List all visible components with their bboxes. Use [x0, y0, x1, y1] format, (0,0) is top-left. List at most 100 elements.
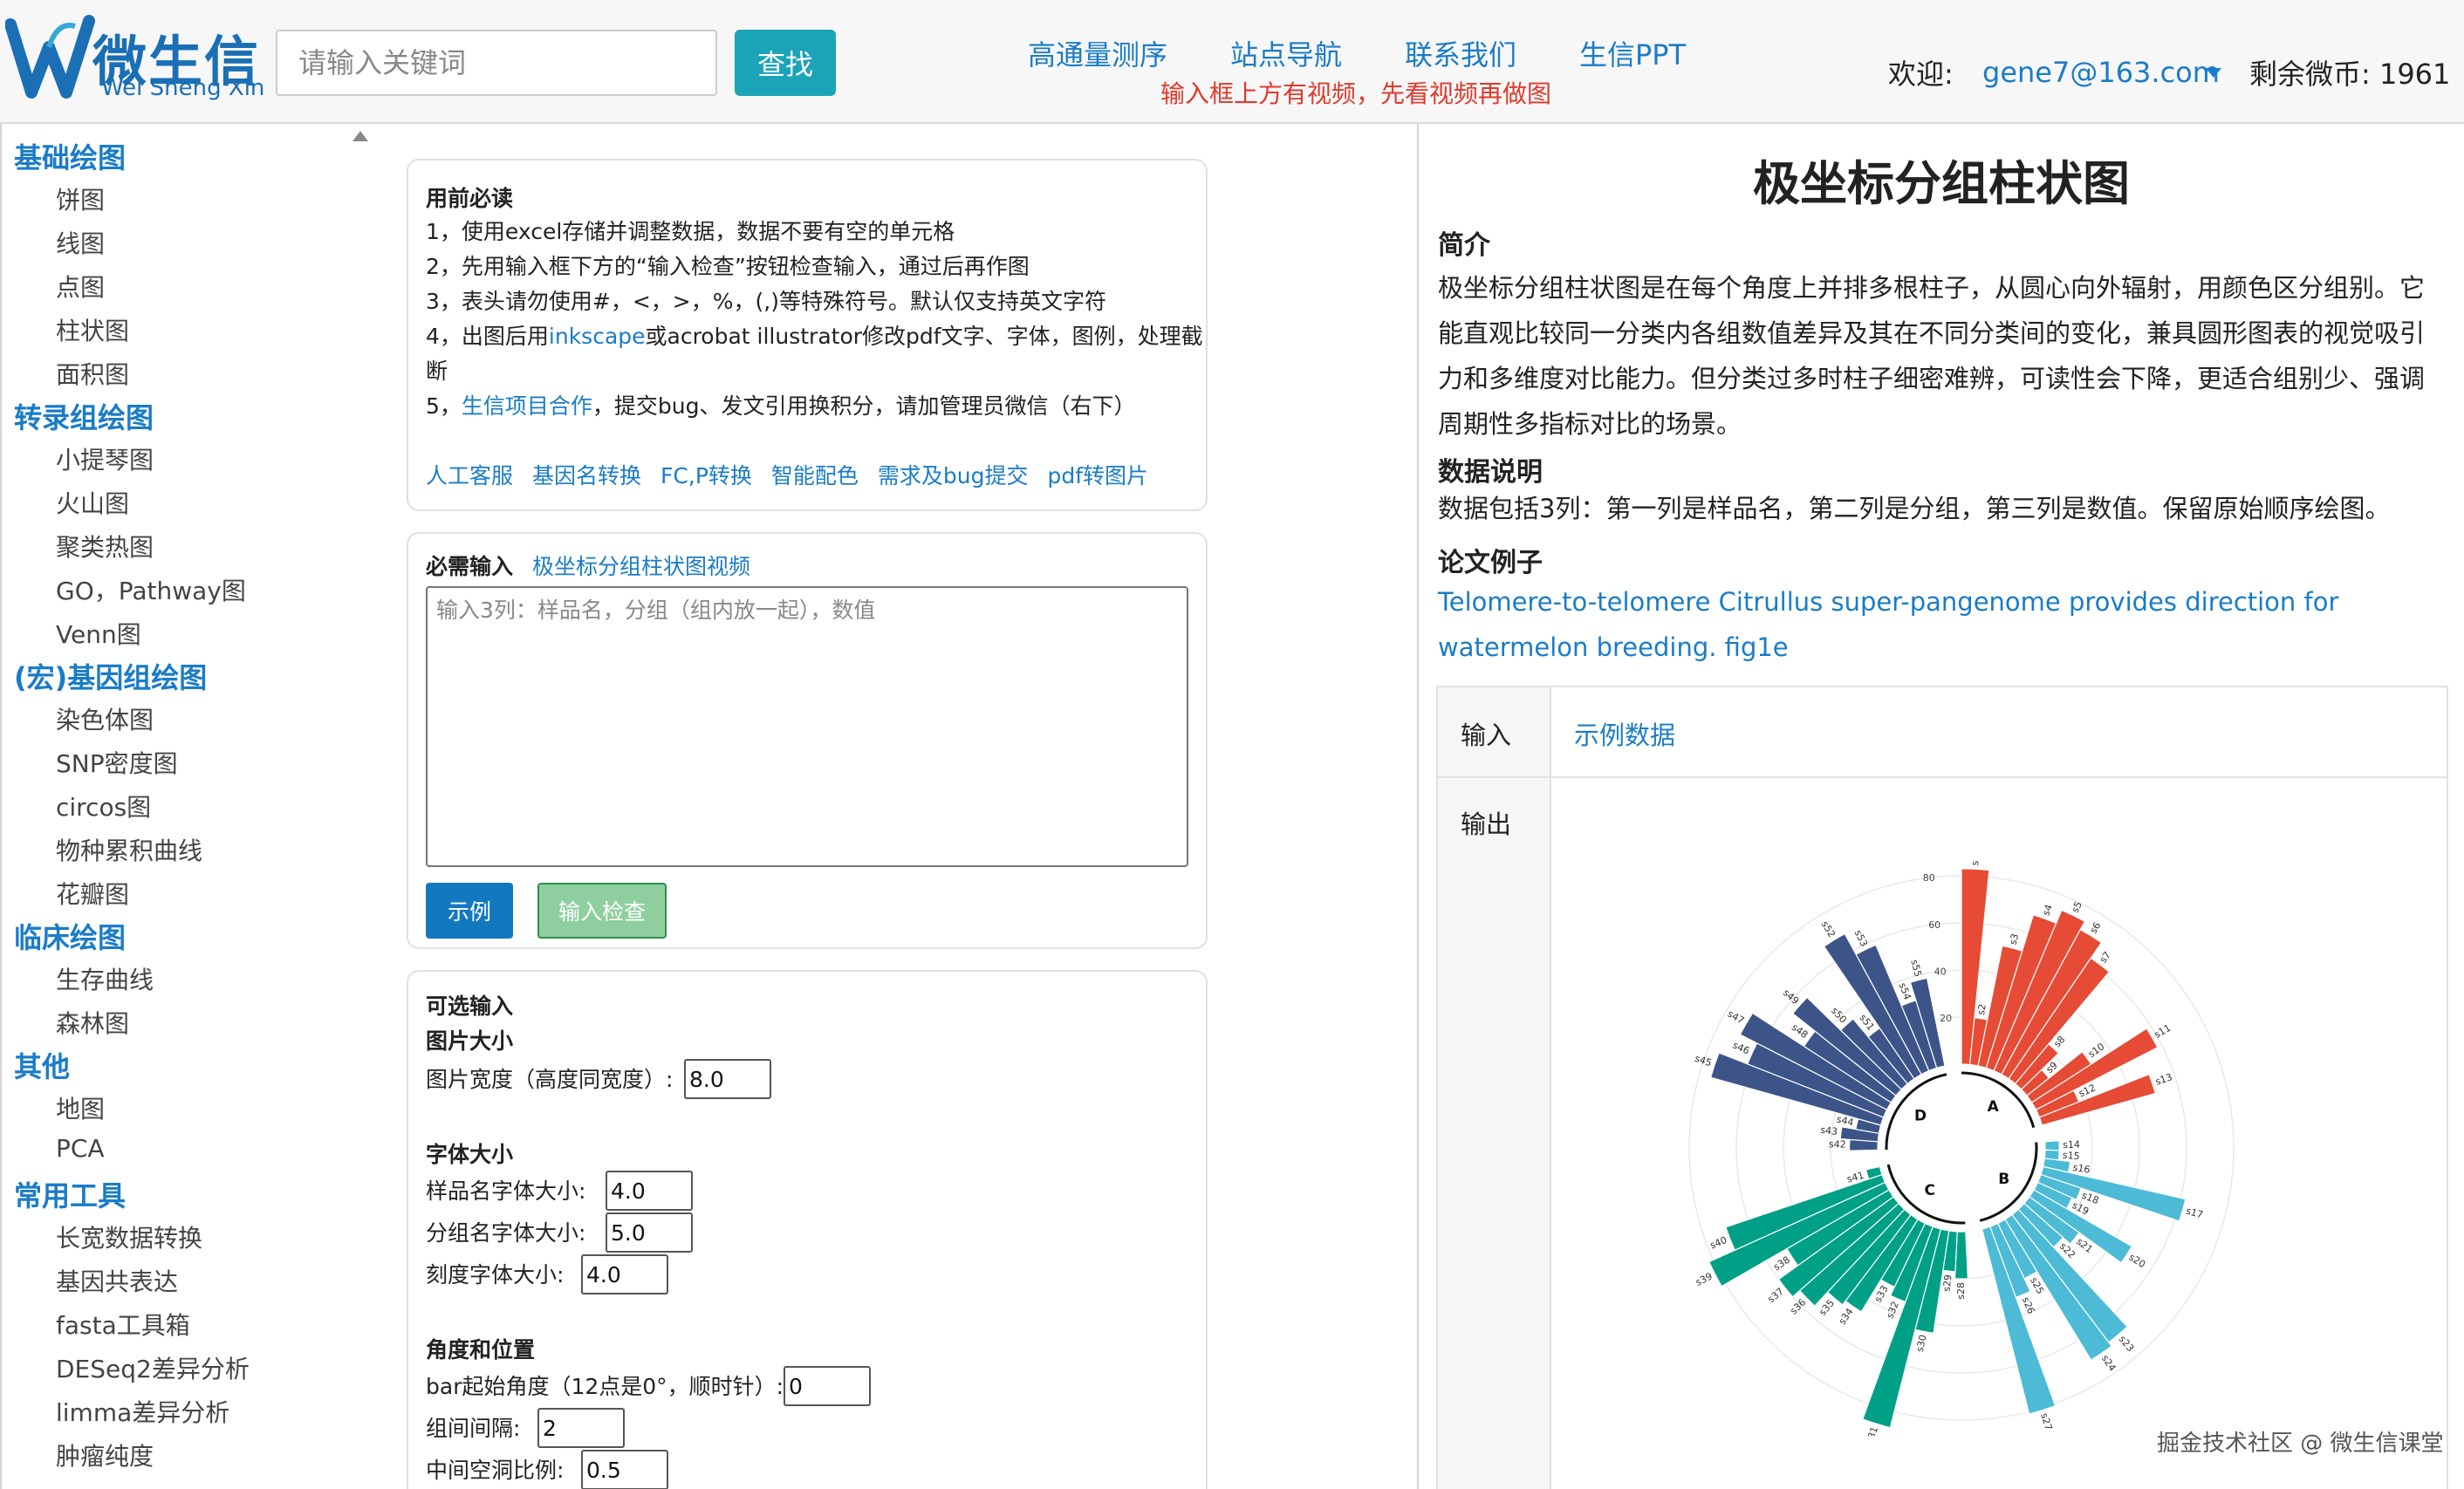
- sidebar-item-long-wide[interactable]: 长宽数据转换: [56, 1219, 202, 1254]
- example-data-link[interactable]: 示例数据: [1574, 715, 1675, 752]
- sidebar-item-volcano[interactable]: 火山图: [56, 485, 129, 520]
- optional-input-card: 可选输入 图片大小 图片宽度（高度同宽度）: 字体大小 样品名字体大小: 分组名…: [407, 970, 1208, 1489]
- io-input-label: 输入: [1461, 721, 1512, 750]
- guide-line-5-b: ，提交bug、发文引用换积分，请加管理员微信（右下）: [592, 393, 1136, 419]
- search-button[interactable]: 查找: [735, 30, 836, 96]
- sidebar-item-deseq2[interactable]: DESeq2差异分析: [56, 1350, 250, 1385]
- io-output-label: 输出: [1461, 809, 1512, 839]
- sample-font-input[interactable]: [606, 1171, 693, 1211]
- search-input[interactable]: [276, 30, 717, 96]
- sample-label-s5: s5: [2070, 899, 2084, 914]
- width-input[interactable]: [684, 1059, 771, 1099]
- sidebar-category-basic[interactable]: 基础绘图: [14, 136, 126, 176]
- tick-font-input[interactable]: [581, 1254, 668, 1294]
- angle-position-title: 角度和位置: [426, 1337, 536, 1363]
- sample-label-s39: s39: [1694, 1270, 1714, 1288]
- input-check-button[interactable]: 输入检查: [537, 883, 667, 939]
- start-angle-input[interactable]: [784, 1366, 871, 1406]
- sidebar-item-venn[interactable]: Venn图: [56, 616, 141, 651]
- paper-link[interactable]: Telomere-to-telomere Citrullus super-pan…: [1438, 579, 2441, 670]
- link-smart-color[interactable]: 智能配色: [771, 463, 859, 488]
- sidebar-item-chromosome[interactable]: 染色体图: [56, 701, 154, 736]
- sidebar-item-bar[interactable]: 柱状图: [56, 312, 129, 347]
- polar-bar-chart: s1s2s3s4s5s6s7s8s9s10s11s12s13s14s15s16s…: [1688, 860, 2235, 1436]
- io-table: 输入 示例数据 输出 s1s2s3s4s5s6s7s8s9s10s11s12s1…: [1436, 686, 2448, 1489]
- link-gene-name-convert[interactable]: 基因名转换: [532, 463, 641, 488]
- sample-label-s15: s15: [2062, 1150, 2080, 1162]
- sample-label-s27: s27: [2038, 1411, 2054, 1431]
- scroll-up-arrow-icon[interactable]: [352, 131, 368, 141]
- sidebar-category-clinical[interactable]: 临床绘图: [14, 916, 126, 956]
- sidebar-item-survival[interactable]: 生存曲线: [56, 961, 154, 996]
- group-gap-label: 组间间隔:: [426, 1416, 521, 1441]
- sample-label-s17: s17: [2185, 1206, 2205, 1221]
- nav-link-sequencing[interactable]: 高通量测序: [1028, 33, 1167, 73]
- project-cooperation-link[interactable]: 生信项目合作: [462, 393, 592, 419]
- sidebar-item-coexpression[interactable]: 基因共表达: [56, 1263, 178, 1298]
- sidebar-item-snp-density[interactable]: SNP密度图: [56, 745, 178, 780]
- intro-heading: 简介: [1438, 230, 1490, 261]
- tick-label: 20: [1940, 1013, 1952, 1024]
- data-textarea[interactable]: [426, 586, 1188, 867]
- sidebar-category-transcriptome[interactable]: 转录组绘图: [14, 396, 154, 436]
- guide-line-4-b: 或acrobat illustrator修改pdf文字、字体，图例，处理截: [645, 324, 1203, 349]
- group-font-label: 分组名字体大小:: [426, 1220, 586, 1246]
- inkscape-link[interactable]: inkscape: [549, 324, 646, 349]
- sidebar-item-forest[interactable]: 森林图: [56, 1005, 129, 1040]
- sample-label-s20: s20: [2127, 1252, 2148, 1271]
- width-label: 图片宽度（高度同宽度）:: [426, 1067, 674, 1092]
- sidebar-category-tools[interactable]: 常用工具: [14, 1174, 126, 1214]
- group-font-input[interactable]: [606, 1212, 693, 1253]
- sidebar-item-violin[interactable]: 小提琴图: [56, 441, 154, 476]
- nav-link-contact[interactable]: 联系我们: [1405, 33, 1516, 73]
- sample-font-label: 样品名字体大小:: [426, 1178, 586, 1204]
- guide-card: 用前必读 1，使用excel存储并调整数据，数据不要有空的单元格 2，先用输入框…: [407, 159, 1208, 511]
- sidebar: 基础绘图 饼图 线图 点图 柱状图 面积图 转录组绘图 小提琴图 火山图 聚类热…: [0, 124, 377, 1489]
- sidebar-item-tumor-purity[interactable]: 肿瘤纯度: [56, 1438, 154, 1472]
- link-pdf-to-image[interactable]: pdf转图片: [1048, 463, 1149, 488]
- page-title: 极坐标分组柱状图: [1753, 156, 2130, 211]
- nav-link-site-map[interactable]: 站点导航: [1230, 33, 1342, 73]
- sidebar-item-fasta[interactable]: fasta工具箱: [56, 1307, 190, 1342]
- site-logo[interactable]: 微生信 Wei Sheng Xin: [5, 12, 264, 105]
- sidebar-item-pca[interactable]: PCA: [56, 1134, 105, 1163]
- sample-label-s40: s40: [1708, 1234, 1728, 1251]
- link-customer-service[interactable]: 人工客服: [426, 463, 513, 488]
- sidebar-item-dot[interactable]: 点图: [56, 269, 105, 304]
- sidebar-item-area[interactable]: 面积图: [56, 356, 129, 391]
- article-panel: 极坐标分组柱状图 简介 极坐标分组柱状图是在每个角度上并排多根柱子，从圆心向外辐…: [1417, 124, 2462, 1489]
- link-bug-submit[interactable]: 需求及bug提交: [878, 463, 1029, 488]
- sample-label-s34: s34: [1837, 1306, 1856, 1327]
- sidebar-item-pie[interactable]: 饼图: [56, 181, 105, 216]
- caret-down-icon[interactable]: [2206, 68, 2221, 78]
- bar-s14: [2044, 1139, 2060, 1151]
- data-description: 数据包括3列：第一列是样品名，第二列是分组，第三列是数值。保留原始顺序绘图。: [1438, 494, 2391, 523]
- group-gap-input[interactable]: [537, 1408, 625, 1448]
- sidebar-item-limma[interactable]: limma差异分析: [56, 1394, 229, 1429]
- sample-label-s13: s13: [2154, 1071, 2174, 1088]
- user-menu[interactable]: gene7@163.com: [1982, 56, 2220, 89]
- sidebar-item-species-curve[interactable]: 物种累积曲线: [56, 832, 202, 867]
- link-fc-p-convert[interactable]: FC,P转换: [660, 463, 752, 488]
- hole-ratio-label: 中间空洞比例:: [426, 1458, 565, 1483]
- guide-title: 用前必读: [426, 186, 514, 211]
- sidebar-item-line[interactable]: 线图: [56, 225, 105, 260]
- sidebar-item-circos[interactable]: circos图: [56, 789, 151, 823]
- sidebar-item-go-pathway[interactable]: GO，Pathway图: [56, 572, 246, 607]
- sidebar-item-map[interactable]: 地图: [56, 1090, 105, 1125]
- sidebar-category-other[interactable]: 其他: [14, 1045, 70, 1085]
- group-label-A: A: [1988, 1098, 2000, 1116]
- sidebar-item-petal[interactable]: 花瓣图: [56, 876, 129, 911]
- nav-link-ppt[interactable]: 生信PPT: [1579, 33, 1686, 73]
- hole-ratio-input[interactable]: [581, 1450, 668, 1489]
- sample-label-s38: s38: [1771, 1254, 1792, 1274]
- optional-input-title: 可选输入: [426, 994, 514, 1019]
- video-link[interactable]: 极坐标分组柱状图视频: [532, 554, 750, 579]
- sample-label-s28: s28: [1955, 1282, 1967, 1300]
- sidebar-item-heatmap[interactable]: 聚类热图: [56, 529, 154, 563]
- guide-links: 人工客服 基因名转换 FC,P转换 智能配色 需求及bug提交 pdf转图片: [426, 459, 1167, 494]
- sample-label-s43: s43: [1820, 1124, 1838, 1137]
- sample-label-s36: s36: [1788, 1296, 1808, 1316]
- sidebar-category-genome[interactable]: (宏)基因组绘图: [14, 656, 207, 696]
- example-button[interactable]: 示例: [426, 883, 513, 939]
